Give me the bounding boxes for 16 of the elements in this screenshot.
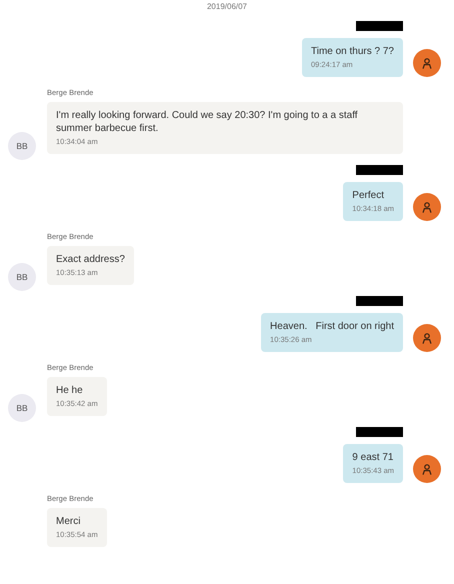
person-icon <box>422 332 432 344</box>
message-text: 9 east 71 <box>352 451 394 464</box>
message-text: He he <box>56 384 84 397</box>
date-label: 2019/06/07 <box>206 2 248 12</box>
message-text: Exact address? <box>56 253 125 266</box>
message-text: Time on thurs ? 7? <box>310 45 394 58</box>
contact-avatar: BB <box>8 132 36 160</box>
contact-avatar: BB <box>8 263 36 291</box>
message-text: Merci <box>56 515 82 528</box>
person-icon <box>422 58 432 68</box>
message-text: Heaven. First door on right <box>270 320 394 333</box>
contact-avatar: BB <box>8 394 36 422</box>
message-text: I'm really looking forward. Could we say 20:30? I'm going to a a staff summer barbecue first. <box>56 109 359 135</box>
message-text: Perfect <box>352 189 385 202</box>
person-icon <box>422 202 432 212</box>
person-icon <box>422 464 432 474</box>
